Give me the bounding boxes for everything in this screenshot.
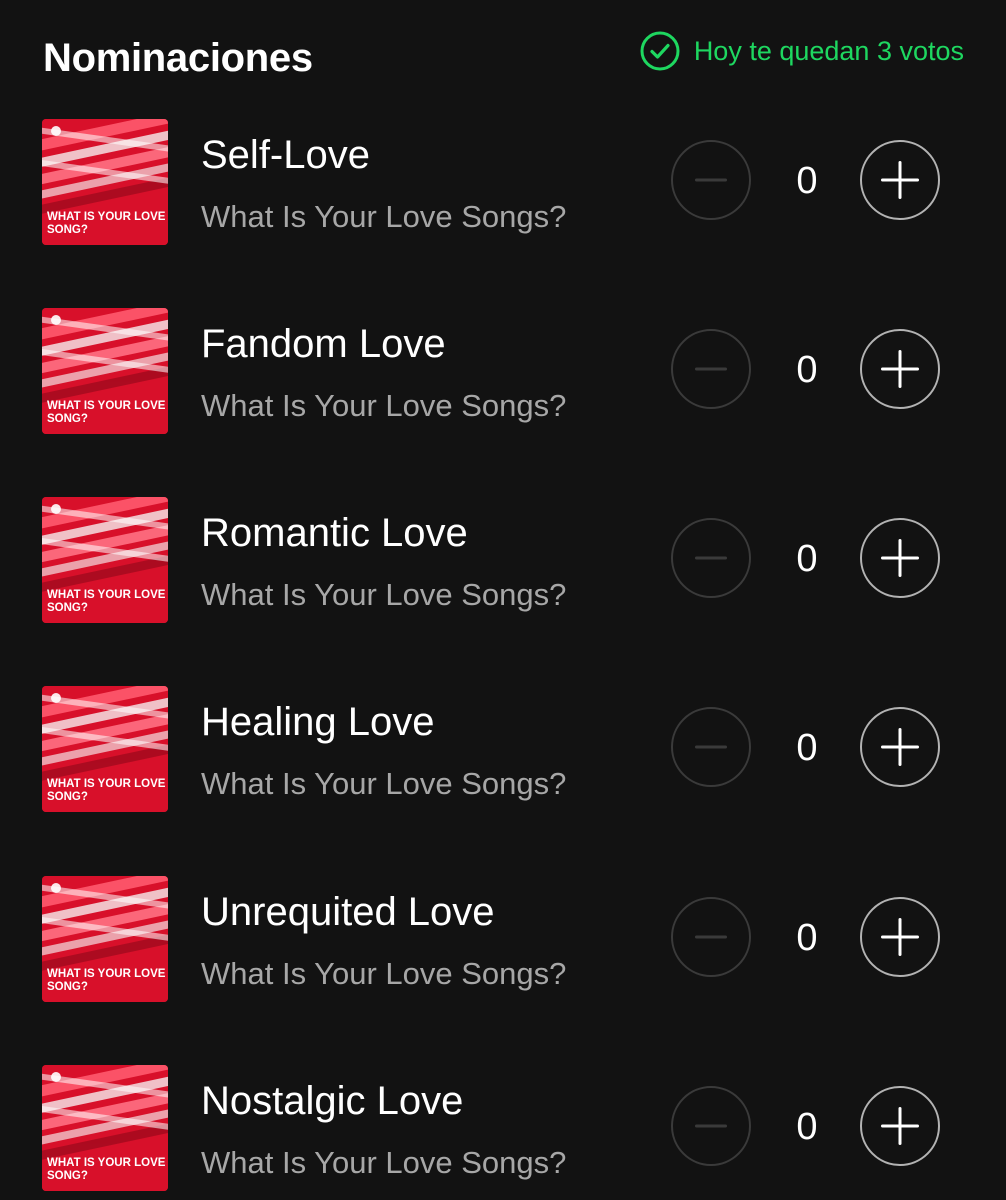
cover-caption-line1: WHAT IS YOUR LOVE (47, 589, 166, 601)
increment-vote-button[interactable] (860, 1086, 940, 1166)
plus-icon (881, 350, 919, 388)
cover-caption-line1: WHAT IS YOUR LOVE (47, 1157, 166, 1169)
nomination-subtitle: What Is Your Love Songs? (201, 388, 567, 423)
header: Nominaciones Hoy te quedan 3 votos (0, 0, 1006, 110)
cover-art: WHAT IS YOUR LOVE SONG? (42, 497, 168, 623)
votes-remaining-text: Hoy te quedan 3 votos (693, 35, 964, 66)
nomination-title: Unrequited Love (201, 890, 495, 934)
nomination-title: Nostalgic Love (201, 1079, 464, 1123)
nomination-subtitle: What Is Your Love Songs? (201, 766, 567, 801)
nomination-row-healing-love: WHAT IS YOUR LOVE SONG? Healing Love Wha… (0, 686, 1006, 814)
cover-caption-line1: WHAT IS YOUR LOVE (47, 778, 166, 790)
nomination-subtitle: What Is Your Love Songs? (201, 956, 567, 991)
vote-count: 0 (796, 538, 818, 580)
minus-icon (695, 178, 727, 182)
cover-caption-line2: SONG? (47, 602, 88, 614)
nomination-row-unrequited-love: WHAT IS YOUR LOVE SONG? Unrequited Love … (0, 876, 1006, 1004)
cover-art: WHAT IS YOUR LOVE SONG? (42, 1065, 168, 1191)
nomination-row-nostalgic-love: WHAT IS YOUR LOVE SONG? Nostalgic Love W… (0, 1065, 1006, 1193)
plus-icon (881, 539, 919, 577)
cover-art: WHAT IS YOUR LOVE SONG? (42, 876, 168, 1002)
increment-vote-button[interactable] (860, 707, 940, 787)
plus-icon (881, 161, 919, 199)
cover-caption-line2: SONG? (47, 791, 88, 803)
decrement-vote-button[interactable] (671, 329, 751, 409)
vote-count: 0 (796, 917, 818, 959)
decrement-vote-button[interactable] (671, 518, 751, 598)
increment-vote-button[interactable] (860, 329, 940, 409)
vote-count: 0 (796, 1106, 818, 1148)
minus-icon (695, 935, 727, 939)
nomination-title: Romantic Love (201, 511, 468, 555)
vote-count: 0 (796, 160, 818, 202)
cover-caption-line1: WHAT IS YOUR LOVE (47, 968, 166, 980)
increment-vote-button[interactable] (860, 897, 940, 977)
votes-remaining-status: Hoy te quedan 3 votos (640, 31, 964, 71)
nomination-subtitle: What Is Your Love Songs? (201, 1145, 567, 1180)
minus-icon (695, 556, 727, 560)
page-title: Nominaciones (43, 36, 313, 80)
vote-count: 0 (796, 349, 818, 391)
cover-caption-line2: SONG? (47, 224, 88, 236)
cover-art: WHAT IS YOUR LOVE SONG? (42, 308, 168, 434)
nomination-subtitle: What Is Your Love Songs? (201, 199, 567, 234)
cover-caption-line2: SONG? (47, 1170, 88, 1182)
decrement-vote-button[interactable] (671, 897, 751, 977)
nomination-title: Healing Love (201, 700, 435, 744)
cover-art: WHAT IS YOUR LOVE SONG? (42, 119, 168, 245)
plus-icon (881, 1107, 919, 1145)
check-circle-icon (640, 31, 680, 71)
increment-vote-button[interactable] (860, 140, 940, 220)
decrement-vote-button[interactable] (671, 140, 751, 220)
vote-count: 0 (796, 727, 818, 769)
nomination-title: Self-Love (201, 133, 370, 177)
nomination-row-romantic-love: WHAT IS YOUR LOVE SONG? Romantic Love Wh… (0, 497, 1006, 625)
cover-caption-line1: WHAT IS YOUR LOVE (47, 211, 166, 223)
minus-icon (695, 1124, 727, 1128)
minus-icon (695, 367, 727, 371)
cover-art: WHAT IS YOUR LOVE SONG? (42, 686, 168, 812)
nomination-title: Fandom Love (201, 322, 446, 366)
nomination-row-fandom-love: WHAT IS YOUR LOVE SONG? Fandom Love What… (0, 308, 1006, 436)
plus-icon (881, 918, 919, 956)
cover-caption-line2: SONG? (47, 981, 88, 993)
decrement-vote-button[interactable] (671, 1086, 751, 1166)
nomination-row-self-love: WHAT IS YOUR LOVE SONG? Self-Love What I… (0, 119, 1006, 247)
increment-vote-button[interactable] (860, 518, 940, 598)
decrement-vote-button[interactable] (671, 707, 751, 787)
plus-icon (881, 728, 919, 766)
cover-caption-line1: WHAT IS YOUR LOVE (47, 400, 166, 412)
minus-icon (695, 745, 727, 749)
cover-caption-line2: SONG? (47, 413, 88, 425)
nomination-subtitle: What Is Your Love Songs? (201, 577, 567, 612)
